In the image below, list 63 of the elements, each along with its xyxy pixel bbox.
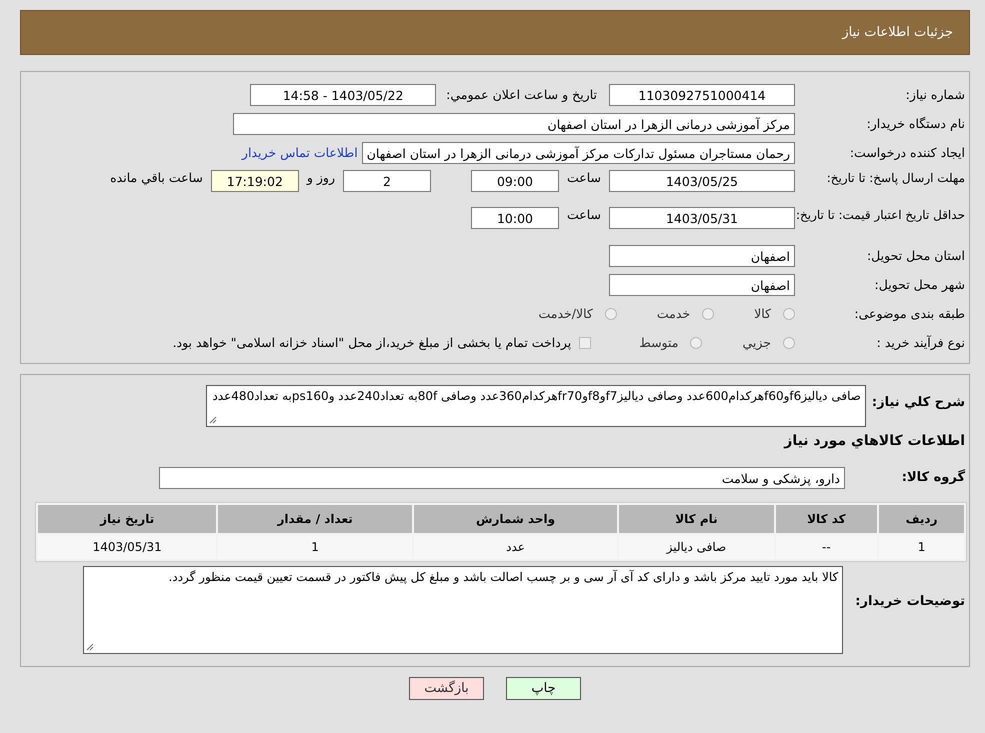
table-cell: -- xyxy=(776,535,878,559)
radio-icon[interactable] xyxy=(690,336,702,348)
checkbox[interactable] xyxy=(579,336,592,348)
field-label: شهر محل تحویل: xyxy=(874,277,965,292)
field-label: طبقه بندی موضوعی: xyxy=(853,306,965,321)
column-header: واحد شمارش xyxy=(414,505,618,533)
remaining-label: ساعت باقي مانده xyxy=(110,170,203,185)
date-field: 1403/05/25 xyxy=(609,170,795,192)
table-cell: 1 xyxy=(879,535,964,559)
resize-grip-icon[interactable] xyxy=(208,416,217,424)
category-radio[interactable]: کالا/خدمت xyxy=(538,306,617,321)
field-label: شرح کلي نیاز: xyxy=(872,394,965,410)
time-label: ساعت xyxy=(566,170,601,185)
field-label: تاریخ و ساعت اعلان عمومي: xyxy=(446,87,597,102)
field-label: توضیحات خریدار: xyxy=(855,593,965,609)
radio-icon[interactable] xyxy=(702,308,714,320)
column-header: کد کالا xyxy=(776,505,878,533)
column-header: تاریخ نیاز xyxy=(38,505,216,533)
goods-group-field: دارو، پزشکی و سلامت xyxy=(159,466,845,488)
time-field: 10:00 xyxy=(470,207,559,229)
need-number-field: 1103092751000414 xyxy=(609,84,795,106)
column-header: نام کالا xyxy=(619,505,774,533)
table-cell: عدد xyxy=(414,535,618,559)
back-button[interactable]: بازگشت xyxy=(409,677,484,700)
field-label: استان محل تحویل: xyxy=(866,248,965,263)
days-field: 2 xyxy=(342,170,431,192)
time-field: 09:00 xyxy=(470,170,559,192)
buyer-contact-link[interactable]: اطلاعات تماس خریدار xyxy=(242,145,358,160)
column-header: تعداد / مقدار xyxy=(218,505,412,533)
purchase-type-radio[interactable]: متوسط xyxy=(639,335,702,350)
announce-date-field: 1403/05/22 - 14:58 xyxy=(250,84,436,106)
days-label: روز و xyxy=(306,170,335,185)
radio-icon[interactable] xyxy=(604,308,617,320)
table-cell: صافی دیالیز xyxy=(619,535,774,559)
buyer-org-field: مرکز آموزشی درمانی الزهرا در استان اصفهان xyxy=(233,112,795,134)
category-radio[interactable]: کالا xyxy=(754,306,795,321)
print-button[interactable]: چاپ xyxy=(506,677,581,700)
radio-icon[interactable] xyxy=(783,336,795,348)
section-title: اطلاعات کالاهاي مورد نیاز xyxy=(782,433,965,449)
field-label: نوع فرآیند خرید : xyxy=(876,335,965,350)
description-box: صافی دیالیزf6وf60هرکدام600عدد وصافی دیالیزf7وf8وfr70هرکدام360عدد وصافی 80fبه تعداد240عدد وps160به تعداد480عدد xyxy=(206,385,866,427)
time-label: ساعت xyxy=(566,207,601,222)
city-field: اصفهان xyxy=(609,274,795,296)
field-label: شماره نیاز: xyxy=(904,87,965,102)
field-label: مهلت ارسال پاسخ: تا تاریخ: xyxy=(826,170,965,187)
field-label: نام دستگاه خریدار: xyxy=(866,116,965,131)
field-label: حداقل تاریخ اعتبار قیمت: تا تاریخ: xyxy=(795,207,965,224)
purchase-type-radio[interactable]: جزیي xyxy=(742,335,795,350)
table-cell: 1403/05/31 xyxy=(38,535,216,559)
province-field: اصفهان xyxy=(609,244,795,266)
remaining-time-field: 17:19:02 xyxy=(210,170,299,192)
radio-icon[interactable] xyxy=(783,308,795,320)
category-radio[interactable]: خدمت xyxy=(656,306,714,321)
treasury-note: پرداخت تمام یا بخشی از مبلغ خرید،از محل "اسناد خزانه اسلامی" خواهد بود. xyxy=(172,335,572,350)
field-label: گروه کالا: xyxy=(900,470,965,485)
page-title: جزئیات اطلاعات نیاز xyxy=(842,25,953,40)
buyer-notes-box: کالا باید مورد تایید مرکز باشد و دارای کد آی آر سی و بر چسب اصالت باشد و مبلغ کل پیش فاکتور در قسمت تعیین قیمت منظور گردد. xyxy=(83,566,844,654)
resize-grip-icon[interactable] xyxy=(86,643,94,651)
table-cell: 1 xyxy=(218,535,412,559)
column-header: ردیف xyxy=(879,505,964,533)
field-label: ایجاد کننده درخواست: xyxy=(848,145,965,160)
date-field: 1403/05/31 xyxy=(609,207,795,229)
requester-field: رحمان مستاجران مسئول تدارکات مرکز آموزشی درمانی الزهرا در استان اصفهان xyxy=(362,142,795,164)
